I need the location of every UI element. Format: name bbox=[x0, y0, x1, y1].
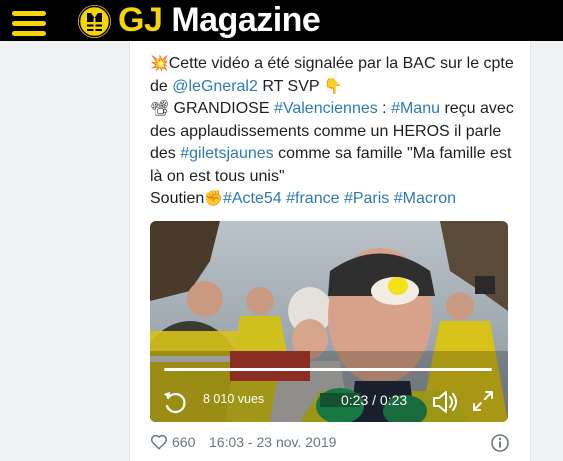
site-header: GJ Magazine bbox=[0, 0, 563, 41]
hashtag-link[interactable]: #Paris bbox=[344, 190, 389, 207]
like-count[interactable]: 660 bbox=[172, 434, 195, 450]
raised-fist-emoji: ✊ bbox=[204, 190, 223, 207]
brand-magazine: Magazine bbox=[171, 1, 321, 39]
tweet-footer: 660 16:03 - 23 nov. 2019 bbox=[150, 433, 522, 453]
site-logo[interactable]: GJ Magazine bbox=[118, 1, 321, 39]
hashtag-link[interactable]: #Macron bbox=[394, 190, 456, 207]
video-progress-bar[interactable] bbox=[164, 368, 492, 371]
left-gutter bbox=[0, 41, 129, 461]
yellow-vest-badge-icon[interactable] bbox=[78, 5, 111, 38]
collision-emoji: 💥 bbox=[150, 55, 169, 72]
hashtag-link[interactable]: #Valenciennes bbox=[274, 100, 378, 117]
tweet-line-2: 📽 GRANDIOSE #Valenciennes : #Manu reçu a… bbox=[150, 98, 522, 188]
tweet-text-segment: Soutien bbox=[150, 190, 205, 207]
projector-emoji: 📽 bbox=[150, 100, 170, 117]
embedded-tweet: 💥Cette vidéo a été signalée par la BAC s… bbox=[129, 41, 531, 461]
hashtag-link[interactable]: #france bbox=[286, 190, 339, 207]
video-view-count: 8 010 vues bbox=[203, 392, 265, 406]
pointing-down-emoji: 👇 bbox=[323, 77, 343, 95]
tweet-timestamp[interactable]: 16:03 - 23 nov. 2019 bbox=[209, 434, 336, 450]
tweet-text-segment: : bbox=[377, 100, 392, 117]
hamburger-icon[interactable] bbox=[12, 11, 46, 36]
video-player[interactable]: 8 010 vues 0:23 / 0:23 bbox=[150, 221, 508, 422]
tweet-line-3: Soutien✊#Acte54 #france #Paris #Macron bbox=[150, 188, 522, 211]
volume-icon[interactable] bbox=[431, 388, 459, 416]
hashtag-link[interactable]: #Manu bbox=[391, 100, 440, 117]
info-icon[interactable] bbox=[490, 433, 510, 453]
hashtag-link[interactable]: #Acte54 bbox=[223, 190, 282, 207]
heart-icon[interactable] bbox=[150, 433, 168, 451]
brand-gj: GJ bbox=[118, 1, 163, 39]
mention-link[interactable]: @leGneral2 bbox=[172, 78, 258, 95]
tweet-text: 💥Cette vidéo a été signalée par la BAC s… bbox=[150, 53, 522, 211]
tweet-line-1: 💥Cette vidéo a été signalée par la BAC s… bbox=[150, 53, 522, 98]
fullscreen-icon[interactable] bbox=[471, 389, 495, 413]
hashtag-link[interactable]: #giletsjaunes bbox=[180, 145, 273, 162]
tweet-text-segment: RT SVP bbox=[257, 77, 324, 95]
right-gutter bbox=[529, 41, 563, 461]
replay-icon[interactable] bbox=[162, 389, 188, 415]
tweet-text-segment: GRANDIOSE bbox=[169, 100, 274, 117]
video-time: 0:23 / 0:23 bbox=[341, 392, 408, 408]
